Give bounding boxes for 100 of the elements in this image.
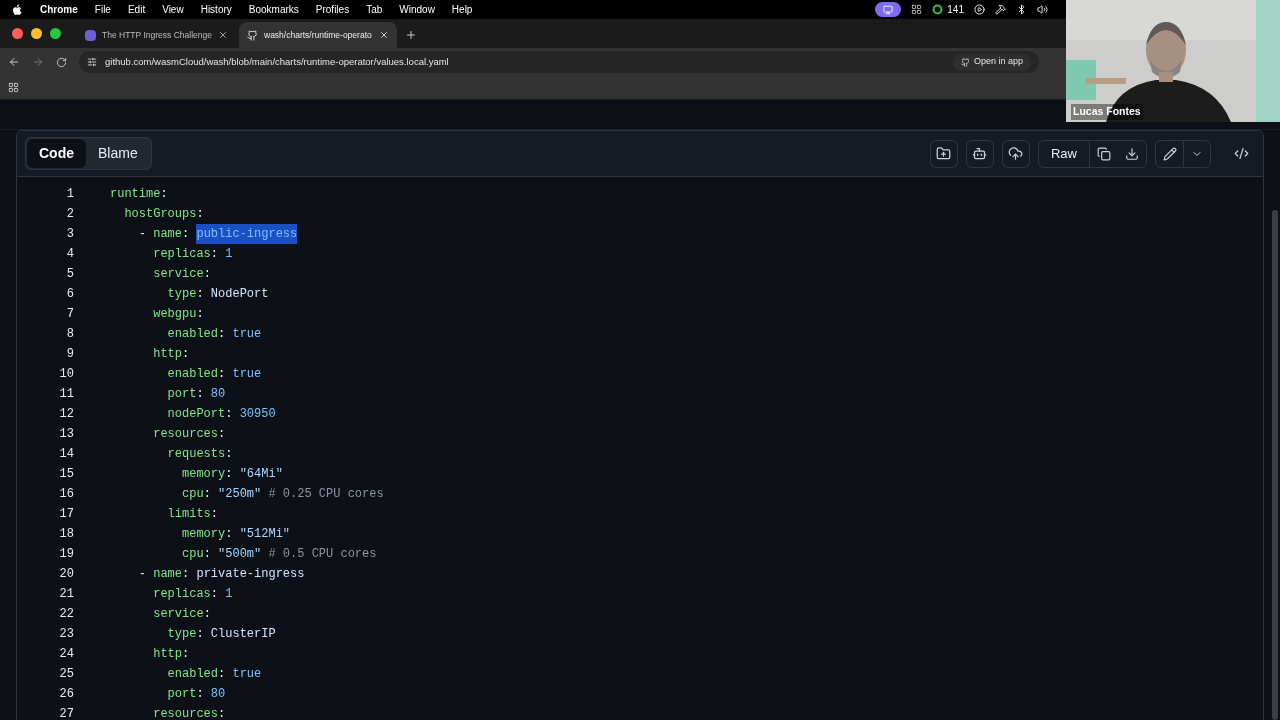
line-number: 2 <box>65 206 74 223</box>
code-token: 30950 <box>239 406 276 423</box>
line-number: 12 <box>58 406 74 423</box>
code-token: "64Mi" <box>239 466 283 483</box>
line-number: 8 <box>65 326 74 343</box>
code-token: replicas <box>152 586 211 603</box>
code-token: cpu <box>181 486 204 503</box>
menu-item[interactable]: Chrome <box>40 2 78 17</box>
line-number: 3 <box>65 226 74 243</box>
code-token: enabled <box>166 366 219 383</box>
code-token: 1 <box>225 246 233 263</box>
code-token: requests <box>166 446 226 463</box>
code-token: type <box>166 286 197 303</box>
browser-tab[interactable]: The HTTP Ingress Challenge <box>77 22 235 48</box>
code-token: port <box>166 686 197 703</box>
line-number: 20 <box>58 566 74 583</box>
line-number: 19 <box>58 546 74 563</box>
address-bar[interactable]: github.com/wasmCloud/wash/blob/main/charts/runtime-operator/values.local.yaml Open in app <box>79 51 1039 73</box>
code-token: : <box>210 246 220 263</box>
code-token: : <box>225 526 234 543</box>
code-token: service <box>152 266 204 283</box>
code-token: name <box>153 226 183 243</box>
code-token: : <box>203 266 211 283</box>
code-token: : <box>196 306 204 323</box>
code-token: http <box>152 646 182 663</box>
open-in-app-button[interactable]: Open in app <box>952 53 1031 71</box>
menu-item[interactable]: Window <box>399 2 435 17</box>
url-text: github.com/wasmCloud/wash/blob/main/charts/runtime-operator/values.local.yaml <box>105 54 449 69</box>
code-token: : <box>160 186 168 203</box>
code-token: webgpu <box>152 306 197 323</box>
code-token: resources <box>152 706 219 720</box>
line-number: 5 <box>65 266 74 283</box>
code-token: nodePort <box>166 406 226 423</box>
tab-title: wash/charts/runtime-operato <box>264 28 372 42</box>
code-token: port <box>166 386 197 403</box>
line-number: 27 <box>58 706 74 720</box>
code-token: - <box>137 566 147 583</box>
code-token: "512Mi" <box>239 526 291 543</box>
line-number: 14 <box>58 446 74 463</box>
view-tab[interactable]: Blame <box>86 139 150 168</box>
code-token: NodePort <box>210 286 269 303</box>
line-number: 22 <box>58 606 74 623</box>
code-token: limits <box>166 506 211 523</box>
line-number: 9 <box>65 346 74 363</box>
menu-item[interactable]: Help <box>451 2 473 17</box>
code-token: : <box>196 386 205 403</box>
code-token: : <box>203 546 212 563</box>
code-token: : <box>218 326 227 343</box>
menu-item[interactable]: Bookmarks <box>248 2 299 17</box>
menu-item[interactable]: File <box>94 2 111 17</box>
code-token: : <box>182 566 191 583</box>
menu-item[interactable]: Edit <box>127 2 146 17</box>
line-number: 26 <box>58 686 74 703</box>
code-token: memory <box>181 526 226 543</box>
code-token: 80 <box>210 686 226 703</box>
code-token: : <box>210 506 219 523</box>
code-token: - <box>137 226 147 243</box>
code-token: # 0.25 CPU cores <box>267 486 384 503</box>
code-token: name <box>153 566 183 583</box>
menu-item[interactable]: Tab <box>366 2 383 17</box>
line-number: 16 <box>58 486 74 503</box>
line-number: 17 <box>58 506 74 523</box>
code-token: "500m" <box>218 546 262 563</box>
code-token: 80 <box>210 386 226 403</box>
code-token: true <box>232 326 262 343</box>
selected-text: public-ingress <box>196 224 298 244</box>
code-token: : <box>225 466 234 483</box>
code-token: enabled <box>166 326 219 343</box>
code-token: http <box>152 346 182 363</box>
code-token: service <box>152 606 204 623</box>
tab-title: The HTTP Ingress Challenge <box>102 28 212 42</box>
code-token: : <box>196 626 205 643</box>
code-token: runtime <box>110 186 161 203</box>
line-number: 4 <box>65 246 74 263</box>
code-token: "250m" <box>218 486 262 503</box>
code-token: : <box>225 446 233 463</box>
line-number: 11 <box>58 386 74 403</box>
participant-name: Lucas Fontes <box>1071 104 1143 120</box>
code-token: 1 <box>225 586 233 603</box>
line-number: 10 <box>58 366 74 383</box>
line-number: 7 <box>65 306 74 323</box>
code-token: : <box>196 686 205 703</box>
code-token: : <box>196 206 204 223</box>
code-token: replicas <box>152 246 211 263</box>
code-token: : <box>182 346 190 363</box>
browser-tab[interactable]: wash/charts/runtime-operato <box>239 22 397 48</box>
code-token: private-ingress <box>196 566 305 583</box>
code-token: : <box>196 286 205 303</box>
code-token: : <box>218 366 227 383</box>
line-number: 18 <box>58 526 74 543</box>
code-token: : <box>182 226 191 243</box>
code-token: true <box>232 366 262 383</box>
status-count: 141 <box>947 3 964 17</box>
line-number: 23 <box>58 626 74 643</box>
menu-item[interactable]: View <box>162 2 184 17</box>
code-token: memory <box>181 466 226 483</box>
line-number: 24 <box>58 646 74 663</box>
menu-item[interactable]: History <box>200 2 232 17</box>
menu-item[interactable]: Profiles <box>315 2 350 17</box>
view-tab[interactable]: Code <box>27 139 86 168</box>
